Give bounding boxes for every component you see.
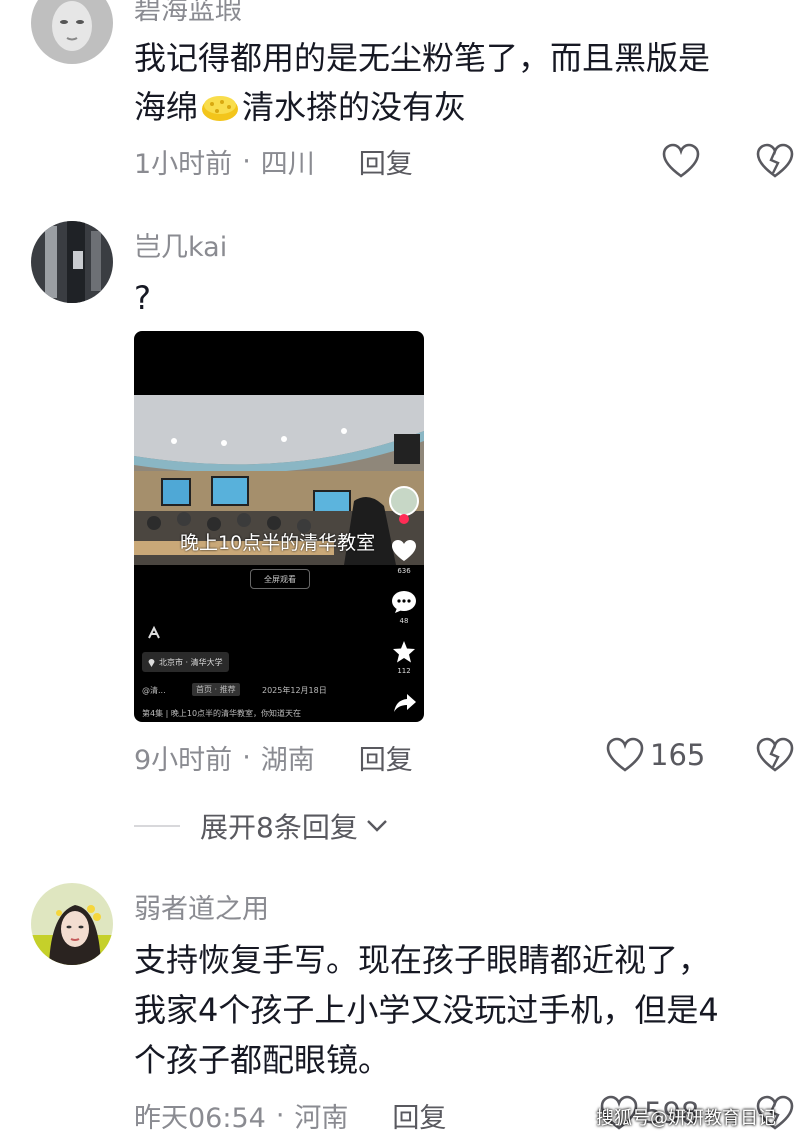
reply-button[interactable]: 回复 — [359, 738, 413, 777]
comment-meta: 1小时前 · 四川 回复 — [134, 142, 413, 181]
username[interactable]: 弱者道之用 — [134, 887, 269, 926]
watermark: 搜狐号@妍妍教育日记 — [596, 1108, 776, 1129]
comment-location: 湖南 — [260, 745, 315, 776]
like-button[interactable]: 165 — [606, 737, 705, 773]
video-location-tag[interactable]: 北京市 · 清华大学 — [142, 652, 229, 672]
reply-button[interactable]: 回复 — [392, 1096, 446, 1135]
divider — [134, 825, 180, 827]
video-episode: 第4集 | 晚上10点半的清华教室，你知道天在 — [142, 709, 302, 718]
comment-text-line: 海绵 清水搽的没有灰 — [134, 84, 466, 130]
video-like-icon[interactable] — [391, 539, 417, 563]
comment-meta: 9小时前 · 湖南 回复 — [134, 738, 413, 777]
app-logo-icon — [148, 625, 160, 639]
location-pin-icon — [148, 658, 155, 667]
comment-feed: 碧海蓝瑕 我记得都用的是无尘粉笔了，而且黑版是 海绵 清水搽的没有灰 1小时前 … — [0, 0, 802, 1138]
dislike-icon[interactable] — [756, 143, 794, 179]
comment-text-line: 我家4个孩子上小学又没玩过手机，但是4 — [134, 991, 719, 1029]
avatar[interactable] — [31, 883, 113, 965]
video-handle: @清... — [142, 686, 166, 695]
video-comment-count: 48 — [399, 617, 409, 625]
video-comment-icon[interactable] — [391, 590, 417, 614]
fullscreen-chip[interactable]: 全屏观看 — [250, 569, 310, 589]
comment-text-line: 我记得都用的是无尘粉笔了，而且黑版是 — [134, 39, 711, 77]
avatar[interactable] — [31, 221, 113, 303]
avatar[interactable] — [31, 0, 113, 64]
meta-separator: · — [275, 1100, 285, 1131]
chevron-down-icon — [366, 820, 387, 832]
video-share-icon[interactable] — [393, 693, 417, 713]
comment-text-line: 个孩子都配眼镜。 — [134, 1041, 391, 1079]
video-fav-count: 112 — [397, 667, 411, 675]
video-favorite-icon[interactable] — [392, 640, 416, 664]
dislike-icon[interactable] — [756, 737, 794, 773]
comment-time: 1小时前 — [134, 149, 233, 180]
reply-button[interactable]: 回复 — [359, 142, 413, 181]
video-thumbnail[interactable]: 晚上10点半的清华教室 全屏观看 636 48 112 北京市 · 清华大学 @… — [134, 331, 424, 722]
video-like-count: 636 — [397, 567, 411, 575]
comment-location: 河南 — [294, 1103, 349, 1134]
expand-label: 展开8条回复 — [200, 811, 358, 844]
comment-time: 9小时前 — [134, 745, 233, 776]
video-date: 2025年12月18日 — [262, 686, 327, 695]
comment-text-segment: 清水搽的没有灰 — [242, 88, 467, 126]
comment-text-line: ? — [134, 279, 151, 317]
video-caption: 晚上10点半的清华教室 — [180, 532, 376, 554]
comment-text-line: 支持恢复手写。现在孩子眼睛都近视了， — [134, 941, 711, 979]
video-location: 北京市 · 清华大学 — [159, 657, 223, 667]
meta-separator: · — [242, 742, 251, 773]
heart-icon[interactable] — [662, 143, 700, 179]
video-tag: 首页 · 推荐 — [192, 683, 240, 696]
like-count: 165 — [650, 738, 706, 772]
sponge-emoji-icon — [200, 90, 240, 124]
username[interactable]: 岂几kai — [134, 225, 227, 264]
comment-text-segment: 海绵 — [134, 88, 199, 126]
comment-meta: 昨天06:54 · 河南 回复 — [134, 1096, 446, 1135]
heart-icon[interactable] — [606, 737, 644, 773]
comment-location: 四川 — [260, 149, 315, 180]
comment-time: 昨天06:54 — [134, 1103, 266, 1134]
meta-separator: · — [242, 146, 251, 177]
expand-replies-button[interactable]: 展开8条回复 — [134, 806, 388, 846]
username[interactable]: 碧海蓝瑕 — [134, 0, 242, 27]
